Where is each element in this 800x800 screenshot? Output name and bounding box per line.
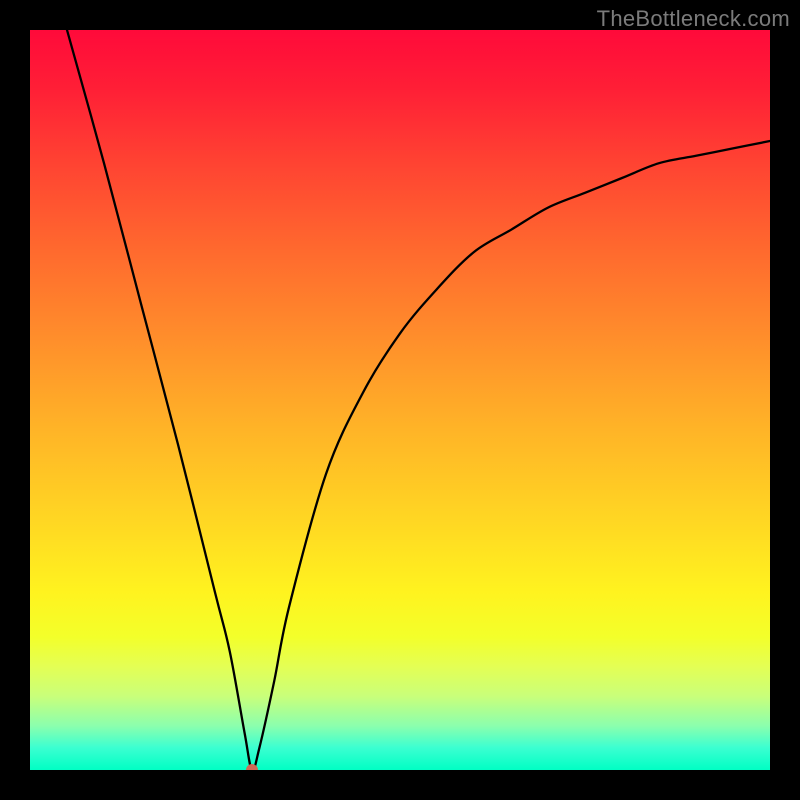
bottleneck-curve-path: [67, 30, 770, 770]
curve-svg: [30, 30, 770, 770]
watermark-text: TheBottleneck.com: [597, 6, 790, 32]
chart-frame: TheBottleneck.com: [0, 0, 800, 800]
plot-area: [30, 30, 770, 770]
